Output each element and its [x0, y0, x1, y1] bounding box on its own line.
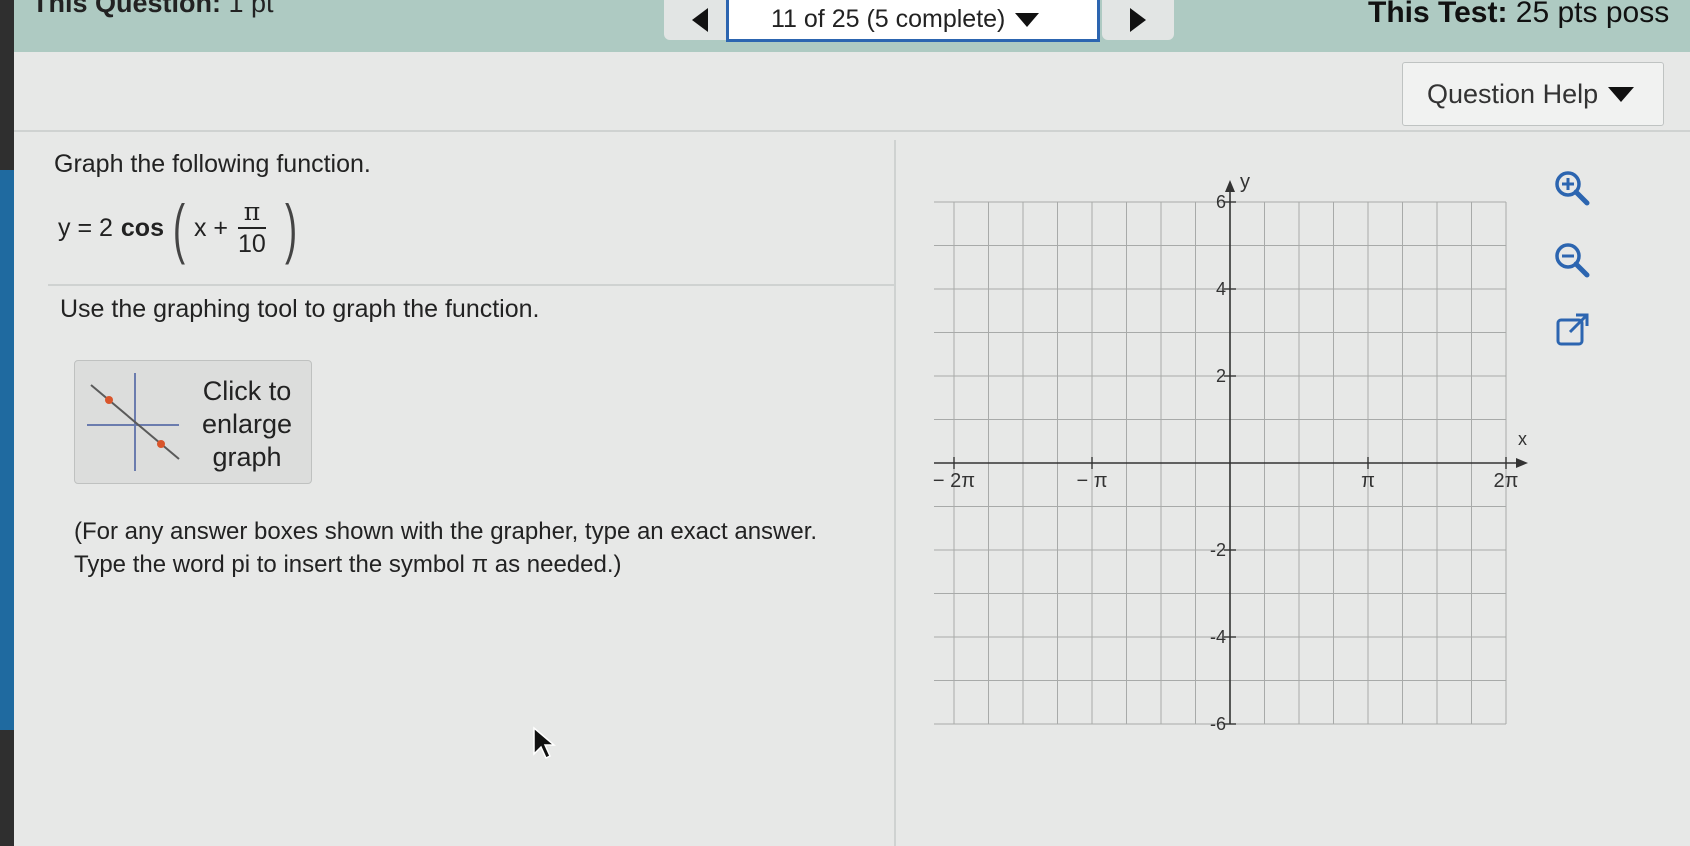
fraction-numerator: π: [237, 197, 267, 229]
question-help-label: Question Help: [1427, 78, 1599, 109]
answer-note-line-2: Type the word pi to insert the symbol π …: [74, 551, 622, 578]
chevron-down-icon: [1015, 12, 1040, 27]
equation-function: cos: [120, 213, 164, 242]
graph-thumbnail-icon: [87, 373, 180, 471]
left-arrow-icon: [692, 8, 708, 32]
fraction-denominator: 10: [238, 230, 266, 258]
question-points: This Question: 1 pt: [32, 0, 274, 19]
y-tick-label: 6: [1216, 192, 1226, 212]
zoom-in-icon: [1555, 171, 1590, 206]
left-paren: (: [172, 191, 186, 265]
y-tick-label: -6: [1210, 714, 1226, 734]
zoom-in-button[interactable]: [1548, 164, 1596, 212]
test-points: This Test: 25 pts poss: [1368, 0, 1669, 30]
equation-variable: x +: [193, 213, 229, 242]
equation-lhs: y = 2: [58, 213, 113, 242]
question-progress: 11 of 25 (5 complete): [771, 5, 1006, 33]
test-label: This Test:: [1368, 0, 1508, 29]
y-tick-label: 4: [1216, 279, 1226, 299]
answer-note-line-1: (For any answer boxes shown with the gra…: [74, 518, 818, 545]
enlarge-graph-button[interactable]: Click to enlarge graph: [74, 360, 312, 484]
enlarge-graph-label: Click to enlarge graph: [201, 376, 293, 472]
question-prompt: Graph the following function.: [54, 150, 371, 178]
divider: [48, 284, 894, 286]
x-tick-label: − 2π: [933, 470, 975, 492]
instruction-text: Use the graphing tool to graph the funct…: [60, 295, 540, 323]
right-arrow-icon: [1130, 8, 1146, 32]
test-points-value: 25 pts poss: [1515, 0, 1670, 29]
chevron-down-icon: [1608, 86, 1635, 102]
right-paren: ): [284, 191, 297, 265]
y-tick-label: 2: [1216, 366, 1226, 386]
zoom-out-icon: [1555, 243, 1590, 278]
x-axis-label: x: [1518, 429, 1527, 449]
x-tick-label: − π: [1076, 470, 1107, 492]
mouse-cursor-icon: [533, 726, 556, 760]
zoom-out-button[interactable]: [1548, 236, 1596, 284]
x-tick-label: π: [1361, 470, 1375, 492]
y-axis-arrow: [1225, 180, 1235, 192]
question-label: This Question:: [32, 0, 221, 18]
question-points-value: 1 pt: [228, 0, 274, 18]
popout-icon: [1556, 313, 1589, 346]
question-page: This Question: 1 pt 11 of 25 (5 complete…: [14, 0, 1690, 846]
question-help-button[interactable]: Question Help: [1402, 62, 1664, 126]
y-axis-label: y: [1240, 171, 1250, 193]
panel-divider: [894, 140, 896, 846]
graphing-area[interactable]: x y − 2π − π π 2π 6 4 2 -2 -4 -6: [930, 170, 1570, 795]
function-equation: y = 2 cos ( x + π 10 ): [58, 188, 306, 268]
equation-fraction: π 10: [232, 197, 272, 259]
x-tick-label: 2π: [1494, 470, 1519, 492]
popout-button[interactable]: [1548, 306, 1596, 354]
x-axis-arrow: [1516, 458, 1528, 468]
answer-note: (For any answer boxes shown with the gra…: [74, 515, 894, 581]
coordinate-grid[interactable]: x y − 2π − π π 2π 6 4 2 -2 -4 -6: [930, 170, 1570, 790]
question-selector[interactable]: 11 of 25 (5 complete): [726, 0, 1100, 42]
next-question-button[interactable]: [1102, 0, 1174, 40]
y-tick-label: -4: [1210, 627, 1226, 647]
top-bar: This Question: 1 pt 11 of 25 (5 complete…: [14, 0, 1690, 52]
divider: [14, 130, 1690, 132]
y-tick-label: -2: [1210, 540, 1226, 560]
